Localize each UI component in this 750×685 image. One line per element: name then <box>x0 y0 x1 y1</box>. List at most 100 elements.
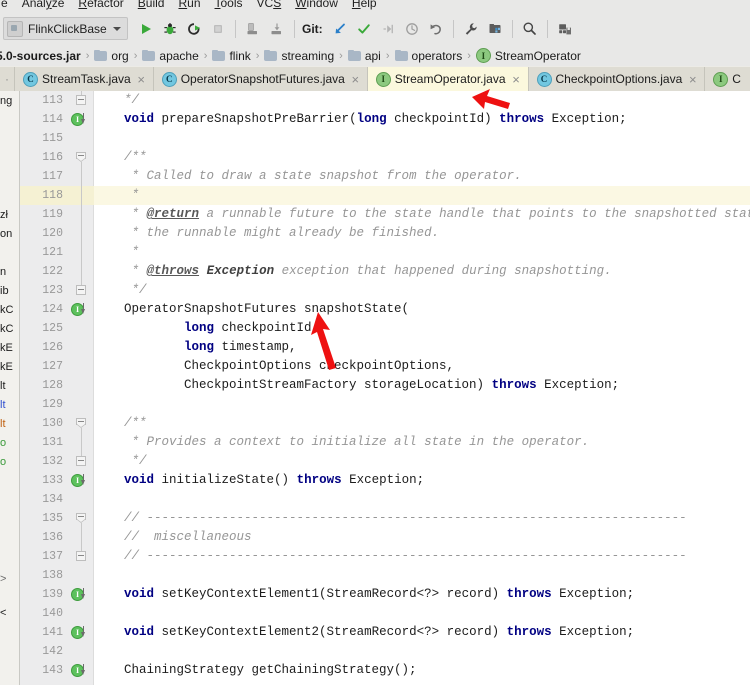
line-number: 124 <box>42 303 63 316</box>
editor-line[interactable]: 126 long timestamp, <box>19 338 750 357</box>
breadcrumb-item-apache[interactable]: apache <box>140 45 200 66</box>
debug-button[interactable] <box>159 18 181 40</box>
menu-item-tools[interactable]: Tools <box>208 0 250 12</box>
class-icon: C <box>161 71 177 87</box>
editor-line[interactable]: 131 * Provides a context to initialize a… <box>19 433 750 452</box>
editor-line[interactable]: 127 CheckpointOptions checkpointOptions, <box>19 357 750 376</box>
breadcrumb-item-streaming[interactable]: streaming <box>262 45 336 66</box>
editor-line[interactable]: 130 /** <box>19 414 750 433</box>
run-configuration-selector[interactable]: FlinkClickBase <box>3 17 128 40</box>
clipped-tool-panel[interactable]: ng zł on n ib kC kC kE kE lt lt lt o o > < <box>0 91 20 685</box>
editor-line[interactable]: 114 I void prepareSnapshotPreBarrier(long… <box>19 110 750 129</box>
git-push-button[interactable] <box>377 18 399 40</box>
attach-profiler-button[interactable] <box>266 18 288 40</box>
fold-minus <box>78 555 84 556</box>
implementing-method-marker-icon[interactable]: I <box>71 303 85 316</box>
editor-line[interactable]: 137 // ---------------------------------… <box>19 547 750 566</box>
menu-item-vcs[interactable]: VCS <box>250 0 289 12</box>
editor-line[interactable]: 129 <box>19 395 750 414</box>
arrow-down-left-icon <box>335 23 345 33</box>
breadcrumb-item-flink[interactable]: flink <box>210 45 252 66</box>
editor-line[interactable]: 118 * <box>19 186 750 205</box>
save-all-icon <box>558 23 571 34</box>
run-with-coverage-button[interactable] <box>183 18 205 40</box>
editor-line[interactable]: 123 */ <box>19 281 750 300</box>
save-all-button[interactable] <box>554 18 576 40</box>
menu-item-run[interactable]: Run <box>171 0 207 12</box>
search-everywhere-button[interactable] <box>519 18 541 40</box>
editor-line[interactable]: 122 * @throws Exception exception that h… <box>19 262 750 281</box>
breadcrumb-item-api[interactable]: api <box>346 45 383 66</box>
close-icon[interactable]: × <box>136 73 147 86</box>
breadcrumb-item-operators[interactable]: operators <box>393 45 465 66</box>
tab-checkpointoptions-java[interactable]: C CheckpointOptions.java × <box>528 67 706 91</box>
editor-line[interactable]: 125 long checkpointId, <box>19 319 750 338</box>
breadcrumb-item-org[interactable]: org <box>92 45 130 66</box>
code-text: // miscellaneous <box>94 528 252 547</box>
editor-line[interactable]: 132 */ <box>19 452 750 471</box>
implementing-method-marker-icon[interactable]: I <box>71 626 85 639</box>
close-icon[interactable]: × <box>350 73 361 86</box>
menu-item-build[interactable]: Build <box>131 0 172 12</box>
editor-line[interactable]: 138 <box>19 566 750 585</box>
settings-button[interactable] <box>460 18 482 40</box>
editor-line[interactable]: 134 <box>19 490 750 509</box>
menu-item-window[interactable]: Window <box>288 0 345 12</box>
editor-line[interactable]: 135 // ---------------------------------… <box>19 509 750 528</box>
git-update-button[interactable] <box>329 18 351 40</box>
editor-line[interactable]: 143 I ChainingStrategy getChainingStrateg… <box>19 661 750 680</box>
line-number: 141 <box>42 626 63 639</box>
close-icon[interactable]: × <box>687 73 698 86</box>
profile-cpu-button[interactable] <box>242 18 264 40</box>
menu-item-e[interactable]: e <box>0 0 15 12</box>
code-token: prepareSnapshotPreBarrier( <box>154 112 357 126</box>
tab-c[interactable]: IC <box>705 67 750 91</box>
git-commit-button[interactable] <box>353 18 375 40</box>
implementing-method-marker-icon[interactable]: I <box>71 474 85 487</box>
menu-item-analyze[interactable]: Analyze <box>15 0 72 12</box>
tab-streamoperator-java[interactable]: I StreamOperator.java × <box>367 67 529 91</box>
editor-line[interactable]: 116 /** <box>19 148 750 167</box>
tab-scroll-stub[interactable]: · <box>0 67 15 91</box>
editor-line[interactable]: 120 * the runnable might already be fini… <box>19 224 750 243</box>
breadcrumb-item-streamoperator[interactable]: I StreamOperator <box>474 45 583 66</box>
tab-operatorsnapshotfutures-java[interactable]: C OperatorSnapshotFutures.java × <box>153 67 368 91</box>
fold-end-icon[interactable] <box>76 551 87 562</box>
stop-button[interactable] <box>207 18 229 40</box>
editor-line[interactable]: 140 <box>19 604 750 623</box>
fold-end-icon[interactable] <box>76 456 87 467</box>
menu-item-refactor[interactable]: Refactor <box>71 0 130 12</box>
git-revert-button[interactable] <box>425 18 447 40</box>
navigation-bar[interactable]: 5.0-sources.jar › org › apache › flink › streami… <box>0 45 750 67</box>
editor-line[interactable]: 113 */ <box>19 91 750 110</box>
menu-item-help[interactable]: Help <box>345 0 384 12</box>
code-text: */ <box>94 91 139 110</box>
code-text: void setKeyContextElement2(StreamRecord<… <box>94 623 634 642</box>
toolbar-separator-3 <box>452 19 454 38</box>
editor-line[interactable]: 128 CheckpointStreamFactory storageLocat… <box>19 376 750 395</box>
editor-line[interactable]: 136 // miscellaneous <box>19 528 750 547</box>
editor-line[interactable]: 117 * Called to draw a state snapshot fr… <box>19 167 750 186</box>
editor-line[interactable]: 124 I OperatorSnapshotFutures snapshotSta… <box>19 300 750 319</box>
editor-line[interactable]: 133 I void initializeState() throws Excep… <box>19 471 750 490</box>
git-history-button[interactable] <box>401 18 423 40</box>
code-token: void <box>124 473 155 487</box>
editor-line[interactable]: 115 <box>19 129 750 148</box>
fold-end-icon[interactable] <box>76 285 87 296</box>
editor-line[interactable]: 142 <box>19 642 750 661</box>
editor-line[interactable]: 141 I void setKeyContextElement2(StreamRe… <box>19 623 750 642</box>
editor-line[interactable]: 121 * <box>19 243 750 262</box>
code-editor[interactable]: 113 */ 114 I void prepareSnapshotPreBarrie… <box>19 91 750 685</box>
close-icon[interactable]: × <box>511 73 522 86</box>
breadcrumb-item-5-0-sources-jar[interactable]: 5.0-sources.jar <box>0 45 83 66</box>
implementing-method-marker-icon[interactable]: I <box>71 664 85 677</box>
run-button[interactable] <box>135 18 157 40</box>
implementing-method-marker-icon[interactable]: I <box>71 113 85 126</box>
editor-line[interactable]: 119 * @return a runnable future to the s… <box>19 205 750 224</box>
code-token: Exception; <box>341 473 425 487</box>
implementing-method-marker-icon[interactable]: I <box>71 588 85 601</box>
editor-line[interactable]: 139 I void setKeyContextElement1(StreamRe… <box>19 585 750 604</box>
fold-end-icon[interactable] <box>76 95 87 106</box>
project-structure-button[interactable] <box>484 18 506 40</box>
tab-streamtask-java[interactable]: C StreamTask.java × <box>15 67 154 91</box>
